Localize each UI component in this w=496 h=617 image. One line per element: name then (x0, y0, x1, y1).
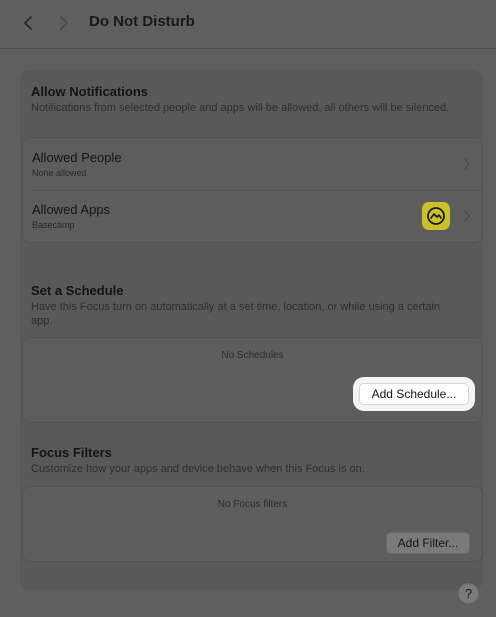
allowed-people-row[interactable]: Allowed People None allowed (23, 138, 482, 190)
toolbar-divider (0, 48, 496, 49)
page-title: Do Not Disturb (89, 13, 195, 30)
schedule-title: Set a Schedule (31, 283, 124, 298)
basecamp-icon (422, 202, 450, 230)
add-filter-button[interactable]: Add Filter... (386, 532, 470, 554)
chevron-right-icon (60, 16, 68, 30)
allowed-people-label: Allowed People (32, 150, 122, 165)
focus-filters-description: Customize how your apps and device behav… (31, 463, 365, 475)
allow-notifications-description: Notifications from selected people and a… (31, 102, 450, 114)
allowed-apps-subtitle: Basecamp (32, 220, 75, 230)
schedule-description: Have this Focus turn on automatically at… (31, 301, 441, 327)
allowed-apps-row[interactable]: Allowed Apps Basecamp (23, 191, 482, 243)
schedule-panel: No Schedules (22, 337, 483, 423)
allowed-people-subtitle: None allowed (32, 168, 87, 178)
chevron-right-icon (464, 158, 470, 170)
no-focus-filters-label: No Focus filters (217, 499, 288, 510)
toolbar: Do Not Disturb (0, 0, 496, 48)
chevron-right-icon (464, 210, 470, 222)
back-button[interactable] (18, 12, 38, 34)
focus-filters-title: Focus Filters (31, 445, 112, 460)
no-schedules-label: No Schedules (221, 350, 284, 361)
forward-button[interactable] (54, 12, 74, 34)
allow-notifications-panel: Allowed People None allowed Allowed Apps… (22, 137, 483, 243)
help-button[interactable]: ? (458, 583, 479, 604)
allow-notifications-title: Allow Notifications (31, 84, 148, 99)
chevron-left-icon (24, 16, 32, 30)
add-schedule-button[interactable]: Add Schedule... (359, 383, 469, 405)
allowed-apps-label: Allowed Apps (32, 202, 111, 217)
